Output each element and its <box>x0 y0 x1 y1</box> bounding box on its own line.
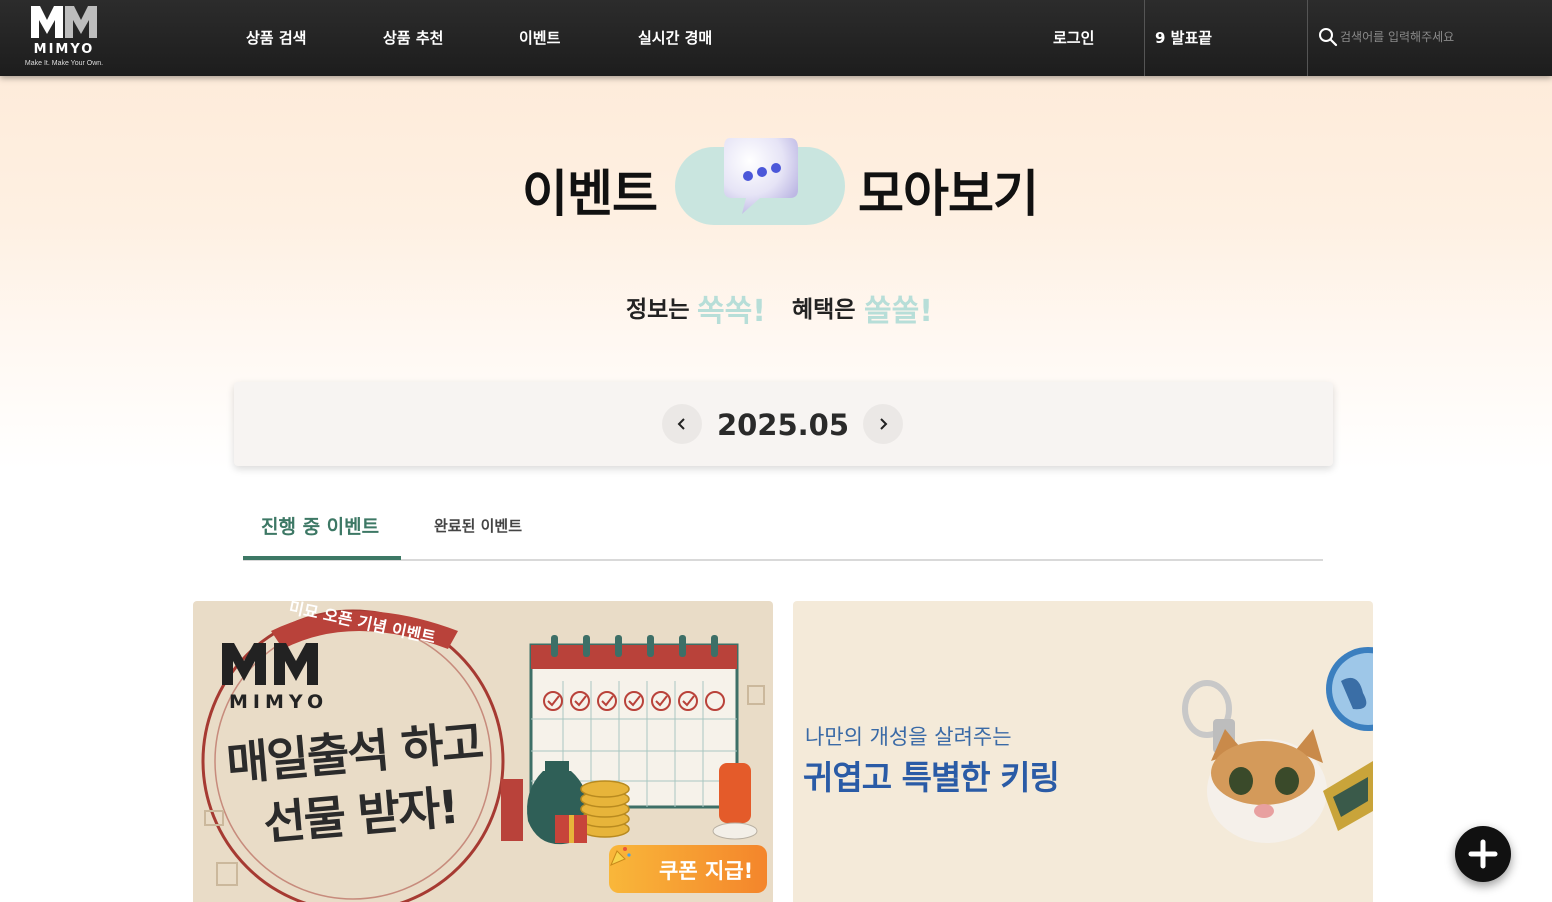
subtitle-benefit: 혜택은 <box>792 297 856 323</box>
logo-tagline: Make It. Make Your Own. <box>24 60 104 67</box>
party-popper-icon <box>610 847 631 866</box>
chevron-right-icon <box>880 418 888 430</box>
search-input[interactable] <box>1340 24 1520 50</box>
header-divider <box>1144 0 1145 76</box>
subtitle-info-accent: 쏙쏙! <box>697 294 766 329</box>
user-menu[interactable]: 9 발표끝 <box>1155 27 1212 48</box>
hero-title-right: 모아보기 <box>858 165 1039 223</box>
prev-month-button[interactable] <box>662 404 702 444</box>
coupon-badge: 쿠폰 지급! <box>609 845 767 893</box>
event-card-keyring[interactable]: 나만의 개성을 살려주는 귀엽고 특별한 키링 <box>793 601 1373 902</box>
chat-bubble-icon <box>724 138 798 214</box>
tab-active-indicator <box>243 556 401 560</box>
mimyo-logo-icon <box>222 643 318 685</box>
chevron-left-icon <box>677 418 685 430</box>
subtitle-benefit-accent: 쏠쏠! <box>864 294 933 329</box>
event-card-attendance[interactable]: 미묘 오픈 기념 이벤트 MIMYO 매일출석 하고 선물 받자! 쿠폰 지급! <box>193 601 773 902</box>
tab-completed-events[interactable]: 완료된 이벤트 <box>434 515 522 536</box>
nav-event[interactable]: 이벤트 <box>519 27 560 48</box>
nav-product-search[interactable]: 상품 검색 <box>246 27 306 48</box>
coupon-badge-label: 쿠폰 지급! <box>659 859 754 883</box>
login-link[interactable]: 로그인 <box>1053 27 1094 48</box>
current-month: 2025.05 <box>716 408 850 442</box>
logo-mark-icon <box>31 6 97 38</box>
subtitle-info: 정보는 <box>626 297 690 323</box>
logo-brand-text: MIMYO <box>33 42 95 57</box>
keyring-headline: 귀엽고 특별한 키링 <box>803 758 1060 797</box>
month-selector: 2025.05 <box>234 382 1333 466</box>
add-floating-button[interactable] <box>1455 826 1511 882</box>
search-icon[interactable] <box>1318 27 1338 47</box>
keyring-subtitle: 나만의 개성을 살려주는 <box>805 725 1012 749</box>
nav-live-auction[interactable]: 실시간 경매 <box>638 27 712 48</box>
logo[interactable]: MIMYO Make It. Make Your Own. <box>14 4 114 72</box>
event-brand: MIMYO <box>229 691 329 713</box>
tab-ongoing-events[interactable]: 진행 중 이벤트 <box>261 512 379 539</box>
next-month-button[interactable] <box>863 404 903 444</box>
top-navigation-bar: MIMYO Make It. Make Your Own. 상품 검색 상품 추… <box>0 0 1552 76</box>
plus-icon <box>1468 839 1498 869</box>
tabs-divider <box>243 559 1323 561</box>
hero-title-left: 이벤트 <box>522 165 658 223</box>
nav-product-recommend[interactable]: 상품 추천 <box>383 27 443 48</box>
header-divider <box>1307 0 1308 76</box>
